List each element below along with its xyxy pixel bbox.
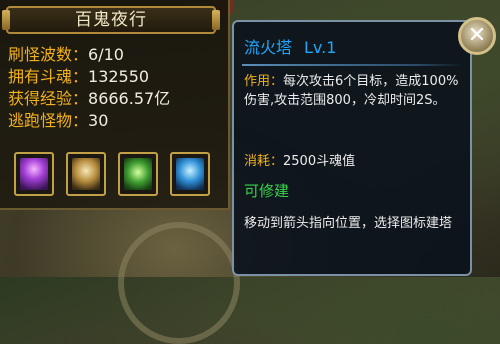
tower-level: Lv.1 bbox=[304, 38, 337, 57]
stat-value: 30 bbox=[88, 111, 109, 130]
stat-value: 6/10 bbox=[88, 45, 124, 64]
background-ring bbox=[118, 222, 240, 344]
close-button[interactable]: ✕ bbox=[458, 17, 496, 55]
tower-slot-blue[interactable] bbox=[170, 152, 210, 196]
blue-tower-icon bbox=[176, 158, 204, 190]
buildable-status: 可修建 bbox=[244, 182, 290, 200]
tower-tooltip: 流火塔 Lv.1 作用：每次攻击6个目标，造成100%伤害,攻击范围800，冷却时… bbox=[232, 20, 472, 276]
effect-label: 作用： bbox=[244, 74, 284, 89]
tooltip-divider bbox=[242, 64, 462, 66]
stat-label: 刷怪波数： bbox=[8, 45, 89, 64]
tooltip-title: 流火塔 Lv.1 bbox=[244, 34, 336, 58]
stat-label: 拥有斗魂： bbox=[8, 67, 89, 86]
tower-slot-green[interactable] bbox=[118, 152, 158, 196]
stat-soul: 拥有斗魂：132550 bbox=[8, 66, 170, 88]
close-icon: ✕ bbox=[467, 23, 487, 48]
cost-label: 消耗： bbox=[244, 154, 284, 169]
stats-list: 刷怪波数：6/10 拥有斗魂：132550 获得经验：8666.57亿 逃跑怪物… bbox=[8, 44, 170, 132]
tower-slot-golden[interactable] bbox=[66, 152, 106, 196]
panel-title-bar: 百鬼夜行 bbox=[2, 6, 220, 34]
tower-name: 流火塔 bbox=[244, 38, 293, 57]
wave-info-panel: 百鬼夜行 刷怪波数：6/10 拥有斗魂：132550 获得经验：8666.57亿… bbox=[0, 0, 230, 210]
panel-title: 百鬼夜行 bbox=[75, 10, 147, 30]
tower-cost: 消耗：2500斗魂值 bbox=[244, 152, 466, 171]
cost-text: 2500斗魂值 bbox=[283, 154, 356, 169]
stat-exp: 获得经验：8666.57亿 bbox=[8, 88, 170, 110]
green-tower-icon bbox=[124, 158, 152, 190]
title-cap-left bbox=[2, 10, 10, 30]
tower-slot-purple[interactable] bbox=[14, 152, 54, 196]
stat-value: 8666.57亿 bbox=[88, 89, 171, 108]
stat-wave: 刷怪波数：6/10 bbox=[8, 44, 170, 66]
stat-label: 获得经验： bbox=[8, 89, 89, 108]
purple-tower-icon bbox=[20, 158, 48, 190]
stat-escaped: 逃跑怪物：30 bbox=[8, 110, 170, 132]
stat-label: 逃跑怪物： bbox=[8, 111, 89, 130]
tower-effect: 作用：每次攻击6个目标，造成100%伤害,攻击范围800，冷却时间2S。 bbox=[244, 72, 466, 110]
title-cap-right bbox=[212, 10, 220, 30]
stat-value: 132550 bbox=[88, 67, 150, 86]
golden-tower-icon bbox=[72, 158, 100, 190]
build-hint: 移动到箭头指向位置，选择图标建塔 bbox=[244, 216, 453, 231]
